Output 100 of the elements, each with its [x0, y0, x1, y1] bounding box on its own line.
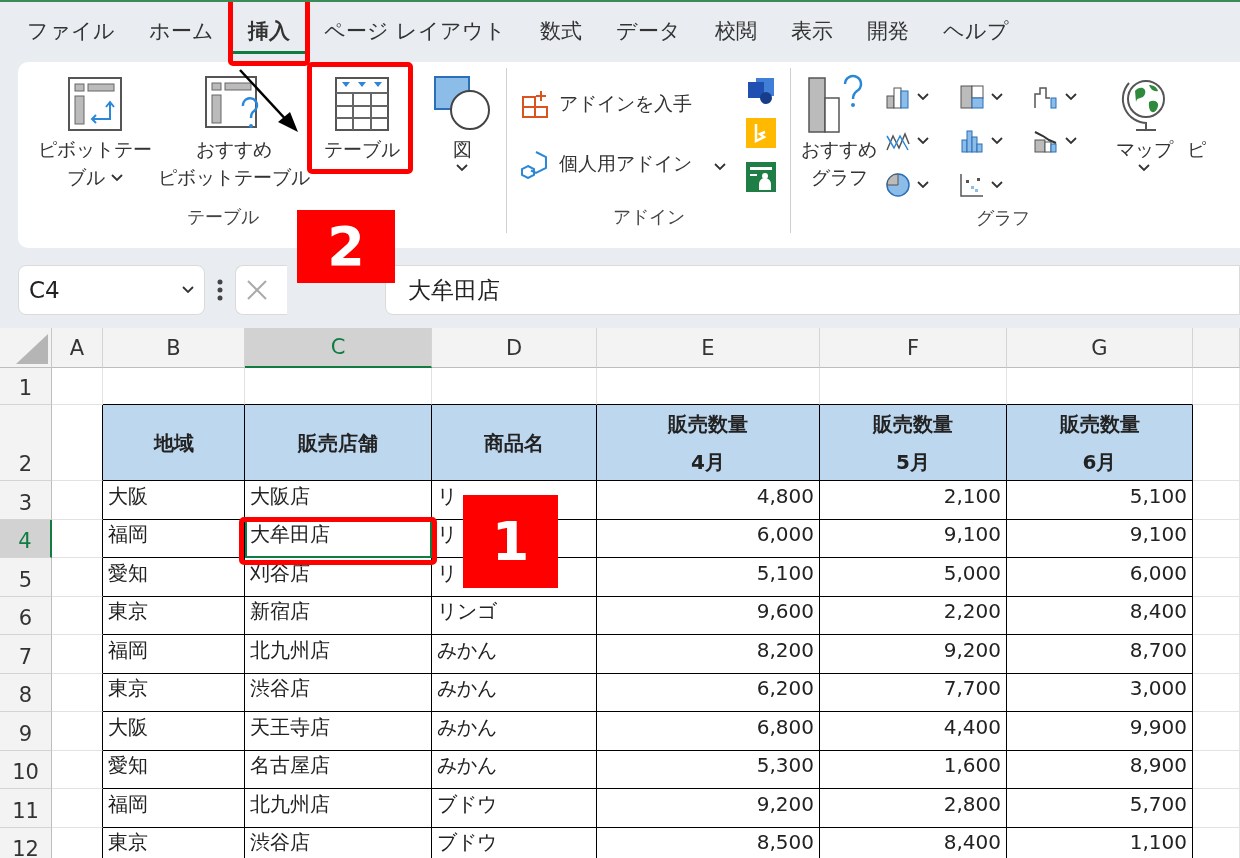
table-cell: 大阪	[103, 481, 245, 520]
close-icon[interactable]	[246, 279, 268, 301]
table-cell: 9,200	[820, 635, 1007, 674]
ribbon-tab[interactable]: 開発	[849, 10, 926, 54]
table-button[interactable]: テーブル	[314, 68, 410, 168]
row-header[interactable]: 6	[0, 596, 52, 635]
table-cell: 8,900	[1007, 750, 1193, 789]
table-cell: 東京	[103, 596, 245, 635]
table-cell: 4,400	[820, 712, 1007, 751]
table-cell: みかん	[432, 673, 597, 712]
column-header[interactable]: B	[103, 328, 245, 368]
ribbon-button[interactable]: ピ	[1185, 68, 1208, 168]
table-cell: 渋谷店	[245, 673, 432, 712]
button-label: グラフ	[810, 166, 868, 190]
row-header[interactable]: 5	[0, 558, 52, 597]
table-cell: 6,000	[597, 519, 820, 558]
shape-button[interactable]: 図	[430, 68, 494, 176]
ribbon-tab[interactable]: ホーム	[132, 10, 231, 54]
table-cell: 5,100	[1007, 481, 1193, 520]
chevron-down-icon	[917, 137, 929, 145]
globe-button[interactable]: マップ	[1107, 68, 1181, 176]
column-header[interactable]: A	[52, 328, 103, 368]
table-cell: 6,200	[597, 673, 820, 712]
waterfall-chart-icon	[1033, 84, 1059, 110]
hierarchy-chart-icon	[959, 84, 985, 110]
button-label: テーブル	[324, 138, 400, 162]
table-cell: 愛知	[103, 750, 245, 789]
button-label: 図	[452, 138, 472, 162]
pivot-table-icon	[68, 77, 122, 131]
table-cell: みかん	[432, 712, 597, 751]
shapes-icon	[434, 76, 490, 132]
ribbon-tab[interactable]: ヘルプ	[925, 10, 1026, 54]
table-cell: 7,700	[820, 673, 1007, 712]
table-cell: 大阪	[103, 712, 245, 751]
pie-chart-icon	[885, 172, 911, 198]
row-header[interactable]: 12	[0, 827, 52, 858]
table-cell: 2,800	[820, 789, 1007, 828]
table-cell: 5,000	[820, 558, 1007, 597]
table-cell: 福岡	[103, 519, 245, 558]
ribbon-tab[interactable]: 表示	[773, 10, 850, 54]
scatter-chart-icon	[959, 172, 985, 198]
header-cell: 商品名	[432, 405, 597, 481]
table-cell: 大牟田店	[245, 519, 432, 558]
table-cell: 8,200	[597, 635, 820, 674]
row-header[interactable]: 7	[0, 635, 52, 674]
table-cell: 9,100	[820, 519, 1007, 558]
row-header[interactable]: 11	[0, 789, 52, 828]
row-header[interactable]: 9	[0, 712, 52, 751]
button-label: ピボットテー	[38, 138, 152, 162]
button-label: おすすめ	[196, 138, 272, 162]
histogram-icon	[959, 128, 985, 154]
row-header[interactable]: 2	[0, 405, 52, 481]
ribbon-tab[interactable]: 挿入	[231, 10, 307, 54]
button-label: ピボットテーブル	[158, 166, 310, 190]
button-label: マップ	[1115, 138, 1173, 162]
row-header[interactable]: 3	[0, 481, 52, 520]
table-cell: 愛知	[103, 558, 245, 597]
ribbon-tab[interactable]: ページ レイアウト	[307, 10, 523, 54]
row-header[interactable]: 1	[0, 368, 52, 405]
table-cell: 2,100	[820, 481, 1007, 520]
table-cell: 2,200	[820, 596, 1007, 635]
table-cell: 東京	[103, 673, 245, 712]
ribbon-tab[interactable]: ファイル	[10, 10, 132, 54]
people-app-icon	[746, 162, 776, 192]
table-cell: みかん	[432, 750, 597, 789]
step-number: 2	[297, 210, 395, 283]
pivot-button[interactable]: ピボットテー ブル	[36, 68, 154, 196]
table-cell: 北九州店	[245, 789, 432, 828]
table-cell: 1,600	[820, 750, 1007, 789]
suggest-button[interactable]: おすすめ ピボットテーブル	[156, 68, 312, 196]
table-cell: 北九州店	[245, 635, 432, 674]
header-cell: 販売数量 6月	[1007, 405, 1193, 481]
button-label: ブル	[67, 166, 105, 190]
column-header[interactable]: D	[432, 328, 597, 368]
table-cell: リンゴ	[432, 596, 597, 635]
chart-button[interactable]: おすすめ グラフ	[797, 68, 881, 196]
column-header[interactable]: G	[1007, 328, 1193, 368]
chevron-down-icon	[111, 174, 123, 182]
group-label: アドイン	[612, 205, 685, 229]
add-in-button[interactable]: アドインを入手	[521, 82, 726, 126]
table-cell: 9,100	[1007, 519, 1193, 558]
add-in-store-icon	[521, 89, 551, 119]
ribbon-tab[interactable]: データ	[598, 10, 698, 54]
table-cell: 8,700	[1007, 635, 1193, 674]
row-header[interactable]: 10	[0, 750, 52, 789]
ribbon-tab[interactable]: 数式	[522, 10, 599, 54]
table-cell: 福岡	[103, 789, 245, 828]
chevron-down-icon	[917, 181, 929, 189]
name-box[interactable]: C4	[18, 265, 205, 315]
table-cell: 9,900	[1007, 712, 1193, 751]
add-in-button[interactable]: 個人用アドイン	[521, 142, 726, 186]
ribbon-tab[interactable]: 校閲	[697, 10, 774, 54]
chevron-down-icon	[182, 286, 194, 294]
step-number: 1	[463, 495, 558, 588]
group-label: グラフ	[975, 206, 1030, 230]
column-header[interactable]: F	[820, 328, 1007, 368]
formula-field[interactable]: 大牟田店	[385, 265, 1240, 315]
row-header[interactable]: 8	[0, 673, 52, 712]
column-header[interactable]: E	[597, 328, 820, 368]
chevron-down-icon	[1065, 93, 1077, 101]
